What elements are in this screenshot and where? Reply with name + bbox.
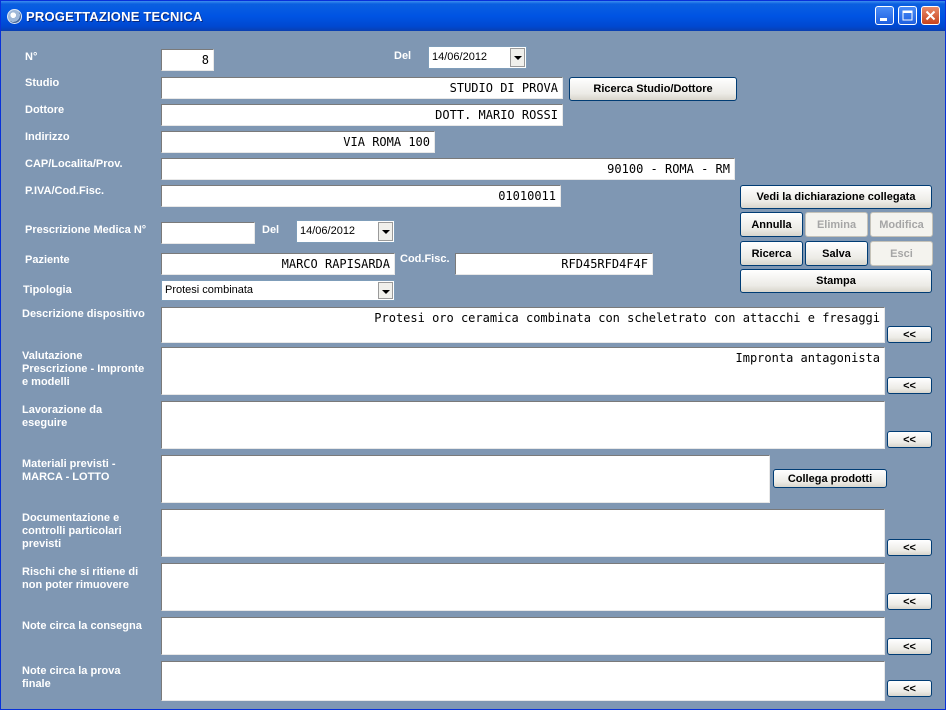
data-select-value: 14/06/2012 [432, 51, 488, 63]
label-piva: P.IVA/Cod.Fisc. [25, 185, 105, 197]
note-prova-back-button[interactable]: << [887, 680, 932, 697]
elimina-button[interactable]: Elimina [805, 212, 868, 237]
chevron-down-icon[interactable] [378, 222, 393, 241]
tipologia-value: Protesi combinata [165, 284, 254, 296]
tipologia-select[interactable]: Protesi combinata [161, 280, 395, 301]
label-note-consegna: Note circa la consegna [22, 620, 142, 632]
paziente-field[interactable]: MARCO RAPISARDA [161, 253, 395, 275]
main-window: PROGETTAZIONE TECNICA N° 8 Del 14/06/201… [0, 0, 946, 710]
label-cap: CAP/Localita/Prov. [25, 158, 123, 170]
descrizione-back-button[interactable]: << [887, 326, 932, 343]
label-descrizione: Descrizione dispositivo [22, 308, 145, 320]
piva-field[interactable]: 01010011 [161, 185, 561, 207]
dottore-field[interactable]: DOTT. MARIO ROSSI [161, 104, 563, 126]
label-tipologia: Tipologia [23, 284, 72, 296]
descrizione-field[interactable]: Protesi oro ceramica combinata con schel… [161, 307, 885, 343]
maximize-button[interactable] [898, 6, 917, 25]
numero-field[interactable]: 8 [161, 49, 214, 71]
lavorazione-field[interactable] [161, 401, 885, 449]
label-prescrizione: Prescrizione Medica N° [25, 224, 147, 236]
label-dottore: Dottore [25, 104, 65, 116]
label-documentazione: Documentazione e controlli particolari p… [22, 512, 122, 550]
label-numero: N° [25, 51, 38, 63]
note-consegna-field[interactable] [161, 617, 885, 655]
collega-prodotti-button[interactable]: Collega prodotti [773, 469, 887, 488]
data-prescrizione-select[interactable]: 14/06/2012 [296, 220, 395, 243]
stampa-button[interactable]: Stampa [740, 269, 932, 293]
minimize-button[interactable] [875, 6, 894, 25]
chevron-down-icon[interactable] [510, 48, 525, 67]
label-studio: Studio [25, 77, 60, 89]
indirizzo-field[interactable]: VIA ROMA 100 [161, 131, 435, 153]
data-select[interactable]: 14/06/2012 [428, 46, 527, 69]
salva-button[interactable]: Salva [805, 241, 868, 266]
title-bar[interactable]: PROGETTAZIONE TECNICA [1, 1, 945, 31]
codfisc-field[interactable]: RFD45RFD4F4F [455, 253, 653, 275]
documentazione-back-button[interactable]: << [887, 539, 932, 556]
valutazione-field[interactable]: Impronta antagonista [161, 347, 885, 395]
app-icon [7, 9, 22, 24]
label-materiali: Materiali previsti - MARCA - LOTTO [22, 458, 116, 483]
note-prova-field[interactable] [161, 661, 885, 701]
label-note-prova: Note circa la prova finale [22, 665, 121, 690]
label-codfisc: Cod.Fisc. [400, 253, 450, 265]
modifica-button[interactable]: Modifica [870, 212, 933, 237]
minimize-icon [880, 18, 887, 21]
label-indirizzo: Indirizzo [25, 131, 70, 143]
label-lavorazione: Lavorazione da eseguire [22, 404, 103, 429]
ricerca-button[interactable]: Ricerca [740, 241, 803, 266]
note-consegna-back-button[interactable]: << [887, 638, 932, 655]
prescrizione-field[interactable] [161, 222, 255, 244]
studio-field[interactable]: STUDIO DI PROVA [161, 77, 563, 99]
label-valutazione: Valutazione Prescrizione - Impronte e mode… [22, 350, 145, 388]
window-title: PROGETTAZIONE TECNICA [26, 9, 203, 24]
materiali-field[interactable] [161, 455, 770, 503]
ricerca-studio-button[interactable]: Ricerca Studio/Dottore [569, 77, 737, 101]
documentazione-field[interactable] [161, 509, 885, 557]
esci-button[interactable]: Esci [870, 241, 933, 266]
rischi-field[interactable] [161, 563, 885, 611]
vedi-dichiarazione-button[interactable]: Vedi la dichiarazione collegata [740, 185, 932, 209]
close-button[interactable] [921, 6, 940, 25]
label-paziente: Paziente [25, 254, 70, 266]
rischi-back-button[interactable]: << [887, 593, 932, 610]
maximize-icon [902, 10, 913, 21]
data-prescrizione-value: 14/06/2012 [300, 225, 356, 237]
valutazione-back-button[interactable]: << [887, 377, 932, 394]
lavorazione-back-button[interactable]: << [887, 431, 932, 448]
annulla-button[interactable]: Annulla [740, 212, 803, 237]
cap-field[interactable]: 90100 - ROMA - RM [161, 158, 735, 180]
chevron-down-icon[interactable] [378, 282, 393, 299]
label-rischi: Rischi che si ritiene di non poter rimuo… [22, 566, 139, 591]
label-del: Del [394, 50, 412, 62]
label-del-prescrizione: Del [262, 224, 280, 236]
close-icon [925, 10, 936, 21]
